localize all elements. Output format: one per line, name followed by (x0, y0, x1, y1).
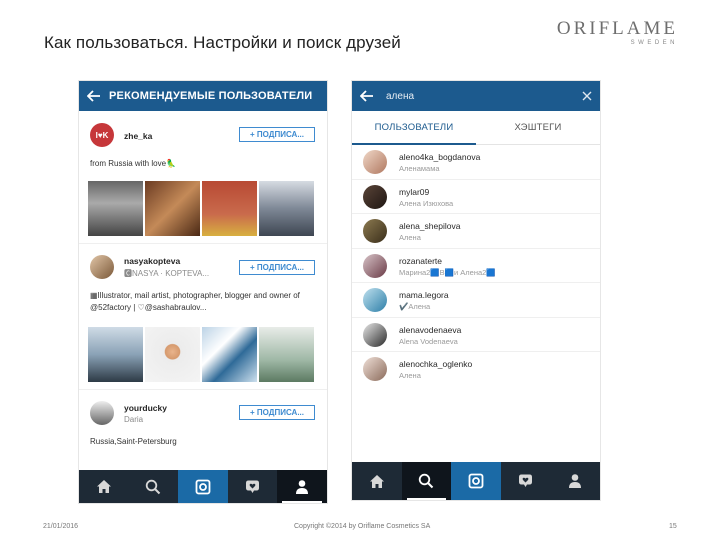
activity-icon[interactable] (501, 462, 551, 500)
activity-icon[interactable] (228, 470, 278, 503)
avatar (363, 322, 387, 347)
search-result-item[interactable]: mama.legora ✔️Алена (352, 283, 600, 318)
photo-thumbnail[interactable] (88, 181, 143, 236)
brand-subtitle: SWEDEN (630, 40, 678, 46)
search-input[interactable]: алена (386, 91, 574, 102)
result-fullname: Alena Vodenaeva (399, 336, 458, 346)
footer-date: 21/01/2016 (43, 523, 79, 530)
bottom-navigation (352, 462, 600, 500)
follow-button[interactable]: + ПОДПИСА... (239, 260, 315, 275)
avatar (363, 357, 387, 381)
follow-button[interactable]: + ПОДПИСА... (239, 405, 315, 420)
avatar (363, 219, 387, 243)
avatar[interactable]: I♥K (90, 123, 114, 147)
footer-page-number: 15 (669, 523, 677, 530)
result-username: mama.legora (399, 290, 449, 300)
search-icon[interactable] (401, 462, 452, 500)
brand-logo: ORIFLAME SWEDEN (557, 19, 678, 47)
home-icon[interactable] (79, 470, 129, 503)
back-arrow-icon[interactable] (79, 81, 109, 111)
search-screen: алена ПОЛЬЗОВАТЕЛИ ХЭШТЕГИ aleno4ka_bogd… (351, 80, 601, 501)
result-fullname: Алена (399, 371, 421, 380)
photo-thumbnail[interactable] (88, 327, 143, 382)
tab-users[interactable]: ПОЛЬЗОВАТЕЛИ (352, 111, 476, 144)
camera-icon[interactable] (178, 470, 228, 503)
result-fullname: Марина2🟦В🟦и Алена2🟦 (399, 267, 496, 277)
avatar (363, 288, 387, 312)
result-username: alenochka_oglenko (399, 359, 473, 369)
username[interactable]: yourducky (124, 403, 167, 413)
search-result-item[interactable]: alenavodenaeva Alena Vodenaeva (352, 318, 600, 352)
search-result-item[interactable]: alenochka_oglenko Алена (352, 352, 600, 387)
profile-icon[interactable] (550, 462, 600, 500)
photo-thumbnail[interactable] (145, 181, 200, 236)
search-bar: алена (352, 81, 600, 111)
result-username: alena_shepilova (399, 221, 461, 231)
photo-thumbnail[interactable] (259, 181, 314, 236)
footer-copyright: Copyright ©2014 by Oriflame Cosmetics SA (294, 523, 431, 530)
result-username: rozanaterte (399, 255, 442, 266)
user-fullname: 🅲NASYA · KOPTEVA... (124, 269, 210, 278)
photo-thumbnail[interactable] (202, 327, 257, 382)
avatar (363, 253, 387, 278)
clear-search-icon[interactable] (574, 81, 600, 111)
user-bio: ▦Illustrator, mail artist, photographer,… (90, 291, 300, 312)
username[interactable]: zhe_ka (124, 131, 152, 141)
brand-name: ORIFLAME (556, 18, 678, 39)
avatar[interactable] (90, 255, 114, 279)
search-result-item[interactable]: alena_shepilova Алена (352, 214, 600, 249)
photo-strip (88, 327, 314, 382)
screen-title: РЕКОМЕНДУЕМЫЕ ПОЛЬЗОВАТЕЛИ (109, 90, 313, 102)
photo-thumbnail[interactable] (145, 327, 200, 382)
result-username: aleno4ka_bogdanova (399, 152, 481, 162)
search-tabs: ПОЛЬЗОВАТЕЛИ ХЭШТЕГИ (352, 111, 600, 145)
suggested-users-screen: РЕКОМЕНДУЕМЫЕ ПОЛЬЗОВАТЕЛИ I♥K zhe_ka + … (78, 80, 328, 504)
result-username: alenavodenaeva (399, 324, 462, 335)
photo-thumbnail[interactable] (259, 327, 314, 382)
search-icon[interactable] (129, 470, 179, 503)
avatar (363, 184, 387, 209)
profile-icon[interactable] (277, 470, 327, 503)
camera-icon[interactable] (451, 462, 501, 500)
username[interactable]: nasyakopteva (124, 256, 180, 266)
search-result-item[interactable]: rozanaterte Марина2🟦В🟦и Алена2🟦 (352, 249, 600, 283)
avatar (363, 150, 387, 174)
photo-thumbnail[interactable] (202, 181, 257, 236)
user-bio: Russia,Saint-Petersburg (90, 437, 177, 446)
result-fullname: ✔️Алена (399, 302, 431, 311)
user-fullname: Daria (124, 415, 144, 424)
follow-button[interactable]: + ПОДПИСА... (239, 127, 315, 142)
search-result-item[interactable]: aleno4ka_bogdanova Аленамама (352, 145, 600, 180)
bottom-navigation (79, 470, 327, 503)
result-fullname: Алена Изюхова (399, 198, 454, 208)
user-bio: from Russia with love🦜 (90, 159, 176, 168)
tab-hashtags[interactable]: ХЭШТЕГИ (476, 111, 600, 144)
home-icon[interactable] (352, 462, 402, 500)
slide-title: Как пользоваться. Настройки и поиск друз… (44, 33, 401, 52)
result-fullname: Алена (399, 233, 421, 242)
result-username: mylar09 (399, 186, 430, 197)
search-result-item[interactable]: mylar09 Алена Изюхова (352, 180, 600, 214)
photo-strip (88, 181, 314, 236)
result-fullname: Аленамама (399, 164, 440, 173)
avatar[interactable] (90, 401, 114, 425)
app-bar: РЕКОМЕНДУЕМЫЕ ПОЛЬЗОВАТЕЛИ (79, 81, 327, 111)
back-arrow-icon[interactable] (352, 81, 382, 111)
